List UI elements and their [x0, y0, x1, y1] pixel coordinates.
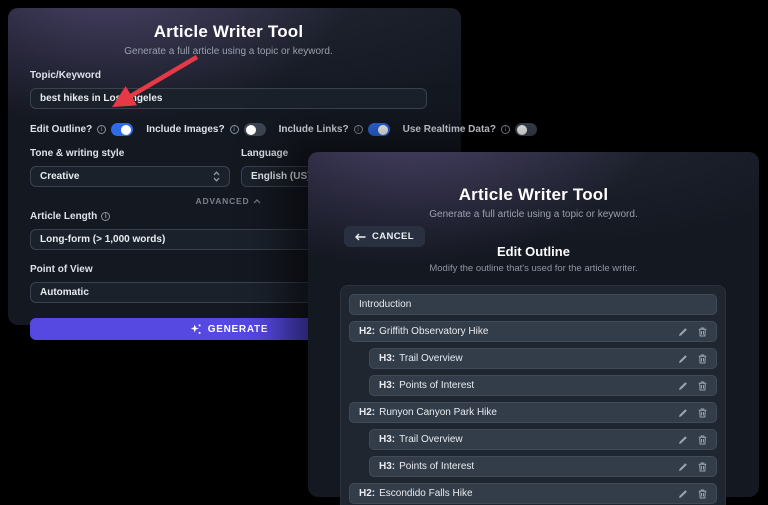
outline-title-value: Introduction	[359, 299, 411, 310]
heading-text: Points of Interest	[399, 461, 474, 472]
outline-item-h2[interactable]: H2: Runyon Canyon Park Hike	[349, 402, 717, 423]
tone-value: Creative	[40, 171, 79, 182]
delete-trash-icon[interactable]	[698, 435, 707, 445]
heading-text: Trail Overview	[399, 434, 463, 445]
delete-trash-icon[interactable]	[698, 381, 707, 391]
page-title: Article Writer Tool	[30, 22, 427, 42]
cancel-button[interactable]: CANCEL	[344, 226, 425, 247]
toggle-group-include-images: Include Images?	[146, 123, 265, 136]
outline-item-h3[interactable]: H3: Trail Overview	[369, 429, 717, 450]
include-images-label: Include Images?	[146, 124, 224, 135]
outline-item-h3[interactable]: H3: Points of Interest	[369, 375, 717, 396]
heading-level-badge: H2:	[359, 326, 375, 337]
edit-outline-toggle[interactable]	[111, 123, 133, 136]
toggle-knob	[378, 125, 388, 135]
page-subtitle: Generate a full article using a topic or…	[30, 46, 427, 57]
advanced-label: ADVANCED	[196, 196, 250, 206]
edit-pencil-icon[interactable]	[678, 381, 688, 391]
heading-text: Trail Overview	[399, 353, 463, 364]
chevron-up-icon	[253, 199, 261, 204]
topic-keyword-label: Topic/Keyword	[30, 70, 427, 81]
info-icon[interactable]	[101, 212, 110, 221]
info-icon[interactable]	[230, 125, 239, 134]
use-realtime-data-label: Use Realtime Data?	[403, 124, 496, 135]
edit-pencil-icon[interactable]	[678, 327, 688, 337]
edit-pencil-icon[interactable]	[678, 408, 688, 418]
topic-keyword-value: best hikes in Los Angeles	[40, 93, 162, 104]
tone-select[interactable]: Creative	[30, 166, 230, 187]
include-links-toggle[interactable]	[368, 123, 390, 136]
info-icon[interactable]	[354, 125, 363, 134]
toggle-group-realtime-data: Use Realtime Data?	[403, 123, 537, 136]
topic-keyword-input[interactable]: best hikes in Los Angeles	[30, 88, 427, 109]
delete-trash-icon[interactable]	[698, 327, 707, 337]
toggle-group-include-links: Include Links?	[279, 123, 390, 136]
heading-text: Griffith Observatory Hike	[379, 326, 488, 337]
outline-item-h2[interactable]: H2: Griffith Observatory Hike	[349, 321, 717, 342]
edit-outline-panel: Article Writer Tool Generate a full arti…	[308, 152, 759, 497]
heading-level-badge: H3:	[379, 461, 395, 472]
edit-pencil-icon[interactable]	[678, 489, 688, 499]
heading-level-badge: H3:	[379, 353, 395, 364]
heading-level-badge: H3:	[379, 380, 395, 391]
point-of-view-value: Automatic	[40, 287, 89, 298]
tone-label: Tone & writing style	[30, 148, 230, 159]
edit-outline-description: Modify the outline that's used for the a…	[308, 263, 759, 274]
heading-text: Escondido Falls Hike	[379, 488, 472, 499]
options-toggle-row: Edit Outline? Include Images? Include Li…	[30, 123, 427, 136]
article-length-value: Long-form (> 1,000 words)	[40, 234, 165, 245]
outline-item-h3[interactable]: H3: Trail Overview	[369, 348, 717, 369]
edit-outline-label: Edit Outline?	[30, 124, 92, 135]
include-links-label: Include Links?	[279, 124, 349, 135]
info-icon[interactable]	[501, 125, 510, 134]
heading-level-badge: H3:	[379, 434, 395, 445]
delete-trash-icon[interactable]	[698, 462, 707, 472]
info-icon[interactable]	[97, 125, 106, 134]
toggle-knob	[517, 125, 527, 135]
use-realtime-data-toggle[interactable]	[515, 123, 537, 136]
heading-level-badge: H2:	[359, 488, 375, 499]
delete-trash-icon[interactable]	[698, 489, 707, 499]
page-title: Article Writer Tool	[308, 185, 759, 205]
delete-trash-icon[interactable]	[698, 408, 707, 418]
select-chevrons-icon	[213, 171, 220, 182]
cancel-button-label: CANCEL	[372, 231, 414, 242]
edit-pencil-icon[interactable]	[678, 354, 688, 364]
toggle-knob	[246, 125, 256, 135]
back-arrow-icon	[355, 233, 366, 241]
article-length-label-text: Article Length	[30, 211, 97, 222]
include-images-toggle[interactable]	[244, 123, 266, 136]
heading-level-badge: H2:	[359, 407, 375, 418]
toggle-group-edit-outline: Edit Outline?	[30, 123, 133, 136]
edit-pencil-icon[interactable]	[678, 435, 688, 445]
outline-item-h2[interactable]: H2: Escondido Falls Hike	[349, 483, 717, 504]
toggle-knob	[121, 125, 131, 135]
heading-text: Points of Interest	[399, 380, 474, 391]
delete-trash-icon[interactable]	[698, 354, 707, 364]
heading-text: Runyon Canyon Park Hike	[379, 407, 497, 418]
outline-title-input[interactable]: Introduction	[349, 294, 717, 315]
sparkles-icon	[189, 323, 202, 336]
generate-button-label: GENERATE	[208, 324, 268, 335]
edit-pencil-icon[interactable]	[678, 462, 688, 472]
outline-item-h3[interactable]: H3: Points of Interest	[369, 456, 717, 477]
language-value: English (US)	[251, 171, 310, 182]
page-subtitle: Generate a full article using a topic or…	[308, 209, 759, 220]
outline-list: Introduction H2: Griffith Observatory Hi…	[340, 285, 726, 505]
screenshot-stage: Article Writer Tool Generate a full arti…	[0, 0, 768, 505]
